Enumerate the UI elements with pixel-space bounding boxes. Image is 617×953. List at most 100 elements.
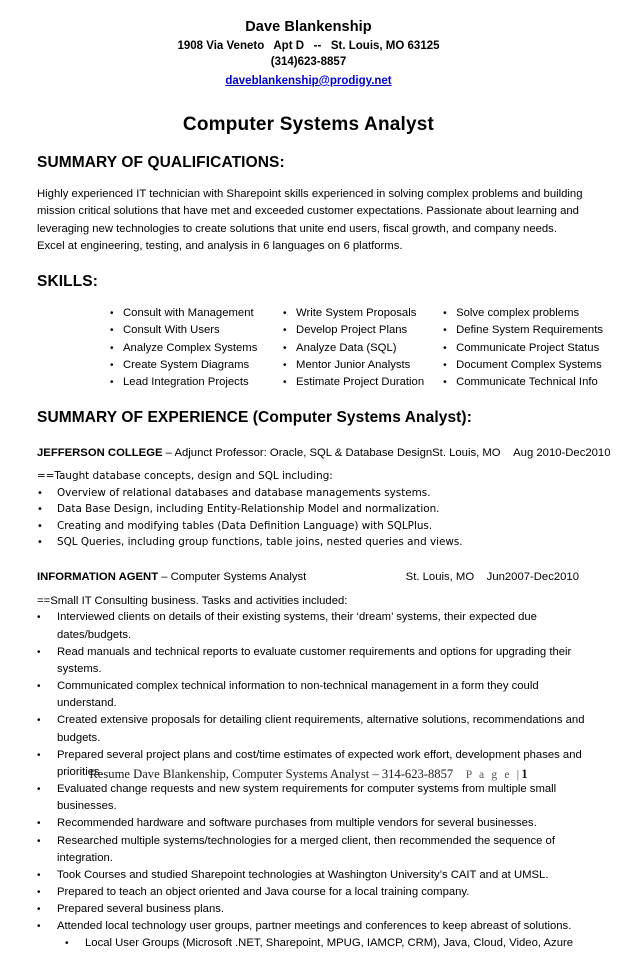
- bullet-icon: [37, 486, 57, 502]
- bullet-icon: [37, 610, 57, 625]
- bullet-icon: [37, 679, 57, 694]
- candidate-name: Dave Blankenship: [245, 19, 372, 35]
- list-item: Attended local technology user groups, p…: [37, 918, 595, 935]
- section-heading-summary: SUMMARY OF QUALIFICATIONS:: [37, 154, 285, 172]
- bullet-icon: [443, 323, 456, 338]
- job-organization: JEFFERSON COLLEGE: [37, 447, 163, 460]
- bullet-icon: [110, 323, 123, 338]
- bullet-icon: [110, 358, 123, 373]
- bullet-icon: [37, 502, 57, 518]
- bullet-icon: [37, 535, 57, 551]
- summary-paragraph: Highly experienced IT technician with Sh…: [37, 188, 583, 252]
- list-item: Took Courses and studied Sharepoint tech…: [37, 867, 595, 884]
- bullet-icon: [37, 902, 57, 917]
- list-item: Estimate Project Duration: [283, 374, 443, 391]
- candidate-address: 1908 Via Veneto Apt D -- St. Louis, MO 6…: [177, 39, 440, 52]
- bullet-icon: [37, 519, 57, 535]
- bullet-icon: [283, 323, 296, 338]
- list-item: Creating and modifying tables (Data Defi…: [37, 518, 595, 535]
- list-item: Evaluated change requests and new system…: [37, 781, 595, 815]
- email-link[interactable]: daveblankenship@prodigy.net: [225, 73, 391, 90]
- list-item: Communicate Technical Info: [443, 374, 603, 391]
- list-item: Interviewed clients on details of their …: [37, 609, 595, 643]
- bullet-icon: [443, 358, 456, 373]
- bullet-icon: [110, 341, 123, 356]
- bullet-icon: [37, 713, 57, 728]
- list-item: Prepared several business plans.: [37, 901, 595, 918]
- skills-column-2: Write System Proposals Develop Project P…: [283, 305, 443, 391]
- skills-column-1: Consult with Management Consult With Use…: [110, 305, 283, 391]
- bullet-icon: [110, 306, 123, 321]
- job-meta: St. Louis, MO Jun2007-Dec2010: [406, 569, 587, 586]
- bullet-icon: [283, 375, 296, 390]
- job-dates: Aug 2010-Dec2010: [513, 447, 611, 460]
- job-lead-line: ==Taught database concepts, design and S…: [37, 470, 333, 482]
- bullet-icon: [65, 936, 85, 951]
- bullet-icon: [37, 868, 57, 883]
- bullet-icon: [283, 306, 296, 321]
- list-item: Data Base Design, including Entity-Relat…: [37, 501, 595, 518]
- list-item: Analyze Complex Systems: [110, 340, 283, 357]
- list-item: SQL Queries, including group functions, …: [37, 534, 595, 551]
- job-title-line: INFORMATION AGENT – Computer Systems Ana…: [37, 569, 306, 586]
- job-location: St. Louis, MO: [405, 570, 475, 583]
- section-heading-experience: SUMMARY OF EXPERIENCE (Computer Systems …: [37, 409, 472, 427]
- bullet-icon: [37, 645, 57, 660]
- bullet-icon: [37, 919, 57, 934]
- footer-page-label: P a g e |: [465, 769, 522, 781]
- bullet-icon: [37, 885, 57, 900]
- list-item: Communicated complex technical informati…: [37, 678, 595, 712]
- list-item: Communicate Project Status: [443, 340, 603, 357]
- job-lead-line: ==Small IT Consulting business. Tasks an…: [37, 594, 348, 607]
- job-bullet-list: Overview of relational databases and dat…: [37, 485, 595, 551]
- list-item: Created extensive proposals for detailin…: [37, 712, 595, 746]
- bullet-icon: [443, 306, 456, 321]
- bullet-icon: [283, 341, 296, 356]
- list-item: Create System Diagrams: [110, 357, 283, 374]
- resume-header: Dave Blankenship 1908 Via Veneto Apt D -…: [0, 0, 617, 90]
- resume-page: Dave Blankenship 1908 Via Veneto Apt D -…: [0, 0, 617, 949]
- list-item: Prepared to teach an object oriented and…: [37, 884, 595, 901]
- job-header: JEFFERSON COLLEGE – Adjunct Professor: O…: [37, 445, 611, 462]
- page-footer: Resume Dave Blankenship, Computer System…: [0, 767, 617, 782]
- list-item: Develop Project Plans: [283, 322, 443, 339]
- bullet-icon: [37, 748, 57, 763]
- bullet-icon: [283, 358, 296, 373]
- job-role: – Adjunct Professor: Oracle, SQL & Datab…: [162, 447, 433, 460]
- bullet-icon: [37, 816, 57, 831]
- list-item: Lead Integration Projects: [110, 374, 283, 391]
- list-item: Solve complex problems: [443, 305, 603, 322]
- bullet-icon: [110, 375, 123, 390]
- job-meta: St. Louis, MO Aug 2010-Dec2010: [432, 445, 610, 462]
- candidate-phone: (314)623-8857: [270, 56, 347, 69]
- list-item: Consult with Management: [110, 305, 283, 322]
- skills-columns: Consult with Management Consult With Use…: [110, 305, 603, 391]
- bullet-icon: [37, 782, 57, 797]
- list-item: Define System Requirements: [443, 322, 603, 339]
- page-title: Computer Systems Analyst: [182, 114, 435, 136]
- job-dates: Jun2007-Dec2010: [486, 570, 579, 583]
- list-item: Read manuals and technical reports to ev…: [37, 644, 595, 678]
- list-item: Document Complex Systems: [443, 357, 603, 374]
- list-item: Researched multiple systems/technologies…: [37, 833, 595, 867]
- job-organization: INFORMATION AGENT: [37, 570, 159, 583]
- section-heading-skills: SKILLS:: [37, 273, 98, 291]
- list-item-nested: Local User Groups (Microsoft .NET, Share…: [37, 935, 595, 952]
- bullet-icon: [37, 834, 57, 849]
- bullet-icon: [443, 341, 456, 356]
- list-item: Analyze Data (SQL): [283, 340, 443, 357]
- job-location: St. Louis, MO: [432, 447, 501, 460]
- bullet-icon: [443, 375, 456, 390]
- footer-text: Resume Dave Blankenship, Computer System…: [89, 767, 454, 781]
- list-item: Mentor Junior Analysts: [283, 357, 443, 374]
- skills-column-3: Solve complex problems Define System Req…: [443, 305, 603, 391]
- candidate-email-line: daveblankenship@prodigy.net: [0, 71, 617, 90]
- job-role: – Computer Systems Analyst: [158, 570, 307, 583]
- job-title-line: JEFFERSON COLLEGE – Adjunct Professor: O…: [37, 445, 432, 462]
- footer-page-number: 1: [521, 767, 528, 781]
- job-header: INFORMATION AGENT – Computer Systems Ana…: [37, 569, 587, 586]
- list-item: Consult With Users: [110, 322, 283, 339]
- list-item: Overview of relational databases and dat…: [37, 485, 595, 502]
- list-item: Recommended hardware and software purcha…: [37, 815, 595, 832]
- list-item: Write System Proposals: [283, 305, 443, 322]
